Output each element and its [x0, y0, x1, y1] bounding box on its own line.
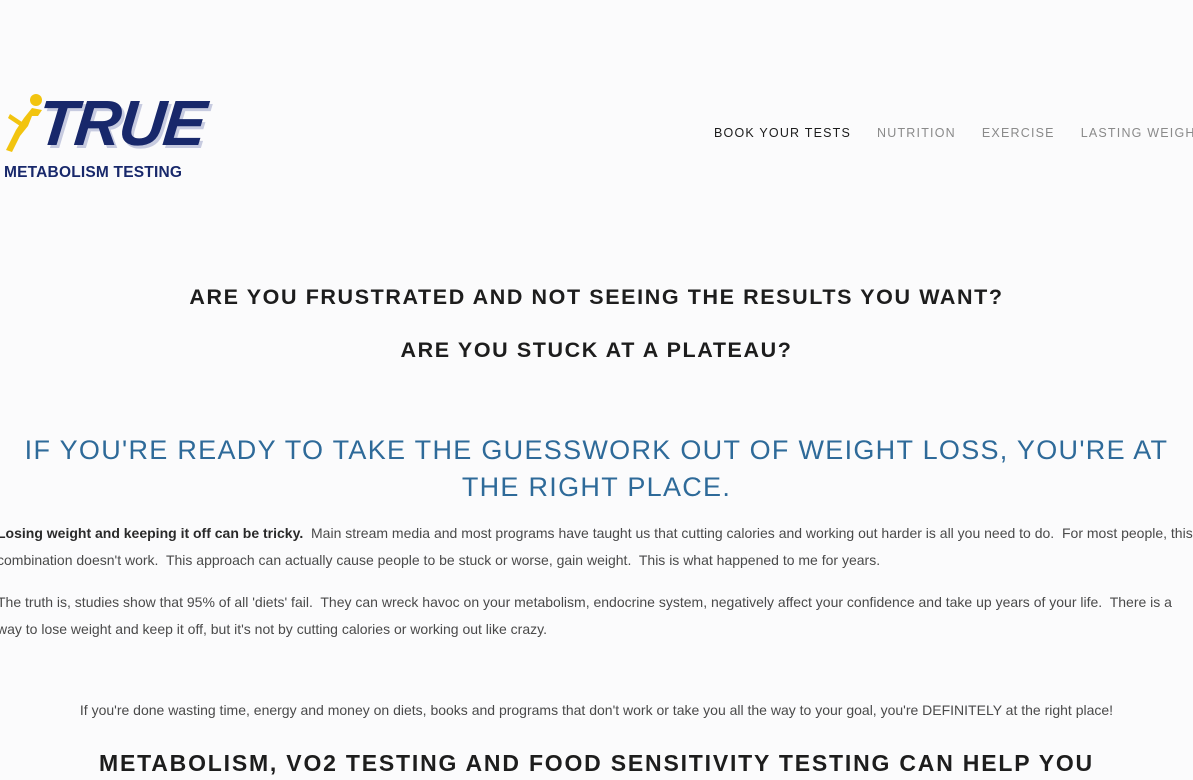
page: TRUE METABOLISM TESTING BOOK YOUR TESTS N… — [0, 0, 1193, 780]
nav-item-lasting-weight-loss[interactable]: LASTING WEIGHT LOSS — [1081, 126, 1193, 140]
logo-wordmark: TRUE — [34, 87, 209, 159]
logo-tagline: METABOLISM TESTING — [4, 164, 183, 181]
site-logo[interactable]: TRUE METABOLISM TESTING — [2, 87, 208, 186]
question-heading-frustrated: ARE YOU FRUSTRATED AND NOT SEEING THE RE… — [189, 285, 1004, 309]
main-nav: BOOK YOUR TESTS NUTRITION EXERCISE LASTING … — [714, 126, 1193, 140]
nav-item-book-your-tests[interactable]: BOOK YOUR TESTS — [714, 126, 851, 140]
intro-paragraph: Losing weight and keeping it off can be … — [0, 520, 1193, 574]
nav-item-exercise[interactable]: EXERCISE — [982, 126, 1055, 140]
intro-paragraph-lead: Losing weight and keeping it off can be … — [0, 525, 304, 541]
ready-heading: IF YOU'RE READY TO TAKE THE GUESSWORK OU… — [24, 435, 1169, 502]
nav-item-nutrition[interactable]: NUTRITION — [877, 126, 956, 140]
truth-paragraph: The truth is, studies show that 95% of a… — [0, 594, 1176, 637]
done-wasting-time-line: If you're done wasting time, energy and … — [79, 702, 1114, 718]
question-heading-plateau: ARE YOU STUCK AT A PLATEAU? — [400, 338, 793, 362]
cta-heading: METABOLISM, VO2 TESTING AND FOOD SENSITI… — [99, 750, 1094, 776]
